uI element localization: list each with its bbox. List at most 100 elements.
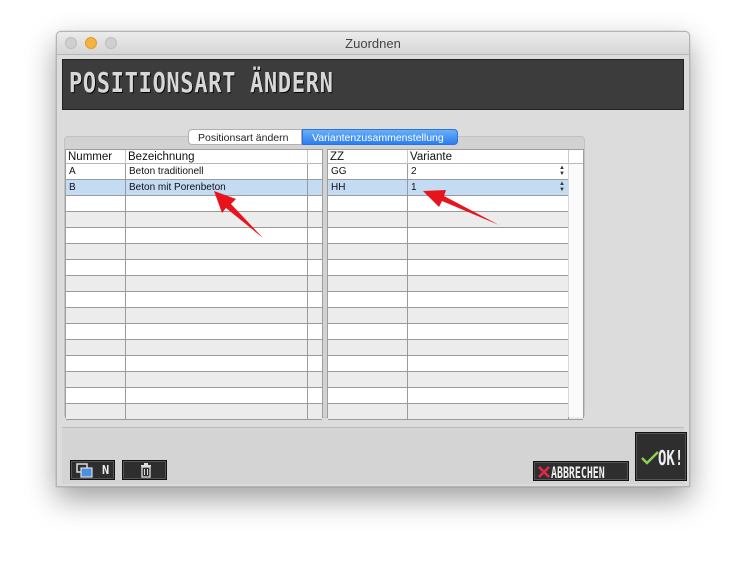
table-cell xyxy=(408,276,569,291)
table-cell xyxy=(408,324,569,339)
table-row[interactable] xyxy=(328,308,583,324)
table-row[interactable] xyxy=(66,404,322,420)
tab-variantenzusammenstellung[interactable]: Variantenzusammenstellung xyxy=(302,129,458,145)
table-cell xyxy=(126,324,308,339)
tab-positionsart-aendern[interactable]: Positionsart ändern xyxy=(188,129,302,145)
variante-table[interactable]: ZZ Variante GG 2 ▲ ▼ HH 1 ▲ ▼ xyxy=(327,149,584,420)
cell-text: 1 xyxy=(411,182,417,193)
table-cell xyxy=(408,372,569,387)
cell-text: GG xyxy=(331,166,347,177)
table-cell: Beton traditionell xyxy=(126,164,308,179)
table-cell xyxy=(126,212,308,227)
table-header: Nummer Bezeichnung xyxy=(66,150,322,164)
table-cell xyxy=(66,260,126,275)
table-cell xyxy=(328,244,408,259)
table-row[interactable] xyxy=(66,340,322,356)
table-row[interactable] xyxy=(328,372,583,388)
title-bar[interactable]: Zuordnen xyxy=(57,32,689,55)
table-cell xyxy=(408,388,569,403)
table-cell xyxy=(126,260,308,275)
table-row[interactable] xyxy=(66,372,322,388)
table-row[interactable] xyxy=(66,260,322,276)
delete-button[interactable] xyxy=(122,460,167,480)
cancel-button[interactable]: ABBRECHEN xyxy=(533,461,629,482)
table-row[interactable] xyxy=(66,228,322,244)
table-row[interactable] xyxy=(328,292,583,308)
table-row[interactable]: HH 1 ▲ ▼ xyxy=(328,180,583,196)
table-cell xyxy=(328,212,408,227)
table-cell xyxy=(328,388,408,403)
x-mark-icon xyxy=(538,466,550,478)
table-row[interactable] xyxy=(328,276,583,292)
table-cell xyxy=(126,244,308,259)
ok-button-label: OK! xyxy=(658,446,684,470)
up-down-stepper-icon[interactable]: ▲ ▼ xyxy=(559,165,565,177)
table-cell xyxy=(126,404,308,419)
column-header-zz[interactable]: ZZ xyxy=(328,150,408,164)
table-row[interactable]: B Beton mit Porenbeton xyxy=(66,180,322,196)
table-cell[interactable]: 2 ▲ ▼ xyxy=(408,164,569,179)
cell-text: 2 xyxy=(411,166,417,177)
table-cell: GG xyxy=(328,164,408,179)
table-cell xyxy=(408,308,569,323)
table-scrollbar[interactable] xyxy=(568,164,583,417)
table-cell xyxy=(66,276,126,291)
column-header-bezeichnung[interactable]: Bezeichnung xyxy=(126,150,308,164)
bottom-toolbar: N ABBRECHEN OK! xyxy=(62,427,687,484)
positionsart-table[interactable]: Nummer Bezeichnung A Beton traditionell B B… xyxy=(65,149,323,420)
table-cell xyxy=(328,404,408,419)
table-row[interactable] xyxy=(66,196,322,212)
cell-text: A xyxy=(69,166,76,177)
table-row[interactable] xyxy=(328,228,583,244)
table-row[interactable] xyxy=(66,308,322,324)
table-cell xyxy=(328,228,408,243)
table-row[interactable] xyxy=(328,356,583,372)
column-header-variante[interactable]: Variante xyxy=(408,150,569,164)
table-cell xyxy=(328,308,408,323)
table-cell xyxy=(66,308,126,323)
table-row[interactable] xyxy=(66,324,322,340)
table-row[interactable] xyxy=(328,212,583,228)
new-record-icon xyxy=(76,463,93,478)
table-row[interactable]: GG 2 ▲ ▼ xyxy=(328,164,583,180)
table-row[interactable] xyxy=(66,292,322,308)
table-cell xyxy=(66,196,126,211)
table-cell xyxy=(408,404,569,419)
table-cell: HH xyxy=(328,180,408,195)
table-row[interactable] xyxy=(66,212,322,228)
table-row[interactable] xyxy=(66,356,322,372)
table-row[interactable] xyxy=(328,340,583,356)
table-row[interactable] xyxy=(328,244,583,260)
table-cell xyxy=(328,276,408,291)
checkmark-icon xyxy=(641,451,659,465)
table-row[interactable] xyxy=(328,404,583,420)
table-row[interactable] xyxy=(66,388,322,404)
cell-text: Beton traditionell xyxy=(129,166,204,177)
table-row[interactable] xyxy=(328,324,583,340)
table-cell: B xyxy=(66,180,126,195)
table-cell xyxy=(66,324,126,339)
table-cell xyxy=(328,260,408,275)
table-cell xyxy=(408,228,569,243)
new-button[interactable]: N xyxy=(70,460,115,480)
table-cell xyxy=(126,356,308,371)
table-cell xyxy=(66,292,126,307)
table-cell xyxy=(126,388,308,403)
up-down-stepper-icon[interactable]: ▲ ▼ xyxy=(559,181,565,193)
column-header-nummer[interactable]: Nummer xyxy=(66,150,126,164)
table-cell: Beton mit Porenbeton xyxy=(126,180,308,195)
table-row[interactable]: A Beton traditionell xyxy=(66,164,322,180)
table-row[interactable] xyxy=(328,388,583,404)
table-cell[interactable]: 1 ▲ ▼ xyxy=(408,180,569,195)
table-row[interactable] xyxy=(66,276,322,292)
table-cell xyxy=(126,308,308,323)
table-row[interactable] xyxy=(328,196,583,212)
new-button-label: N xyxy=(102,463,110,477)
table-cell xyxy=(328,372,408,387)
table-row[interactable] xyxy=(66,244,322,260)
banner-title: POSITIONSART ÄNDERN xyxy=(69,66,334,99)
cell-text: B xyxy=(69,182,76,193)
ok-button[interactable]: OK! xyxy=(635,432,687,481)
table-cell xyxy=(328,292,408,307)
table-row[interactable] xyxy=(328,260,583,276)
